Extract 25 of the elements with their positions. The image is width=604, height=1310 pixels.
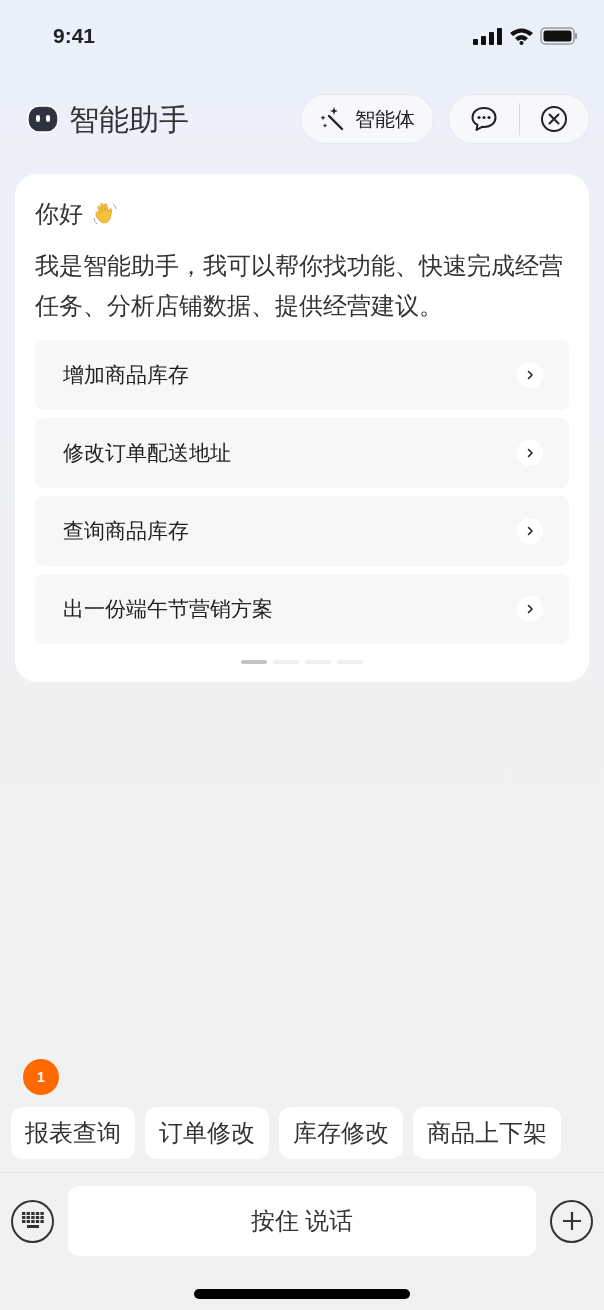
- assistant-title: 智能助手: [69, 101, 189, 138]
- add-button[interactable]: [550, 1199, 593, 1243]
- signal-icon: [473, 27, 503, 45]
- suggestion-item[interactable]: 增加商品库存: [35, 340, 569, 410]
- keyboard-button[interactable]: [11, 1199, 54, 1243]
- close-icon: [540, 105, 569, 133]
- status-time: 9:41: [53, 23, 96, 50]
- suggestion-item[interactable]: 查询商品库存: [35, 496, 569, 566]
- hold-to-talk-button[interactable]: 按住 说话: [68, 1186, 536, 1256]
- intro-message: 我是智能助手，我可以帮你找功能、快速完成经营任务、分析店铺数据、提供经营建议。: [35, 251, 564, 321]
- battery-icon: [540, 27, 578, 45]
- robot-icon: [27, 103, 59, 135]
- suggestion-item[interactable]: 修改订单配送地址: [35, 418, 569, 488]
- quick-action-chip[interactable]: 商品上下架: [413, 1107, 561, 1159]
- chat-bubble-icon: [469, 105, 498, 133]
- greeting-text: 你好: [35, 199, 83, 229]
- quick-action-chip[interactable]: 库存修改: [279, 1107, 403, 1159]
- agent-button[interactable]: 智能体: [300, 94, 434, 144]
- wifi-icon: [509, 27, 534, 45]
- quick-action-chip[interactable]: 报表查询: [11, 1107, 135, 1159]
- notification-badge: 1: [23, 1059, 59, 1095]
- suggestion-item[interactable]: 出一份端午节营销方案: [35, 574, 569, 644]
- magic-wand-icon: [319, 106, 345, 132]
- keyboard-icon: [20, 1211, 45, 1231]
- quick-action-chip[interactable]: 订单修改: [145, 1107, 269, 1159]
